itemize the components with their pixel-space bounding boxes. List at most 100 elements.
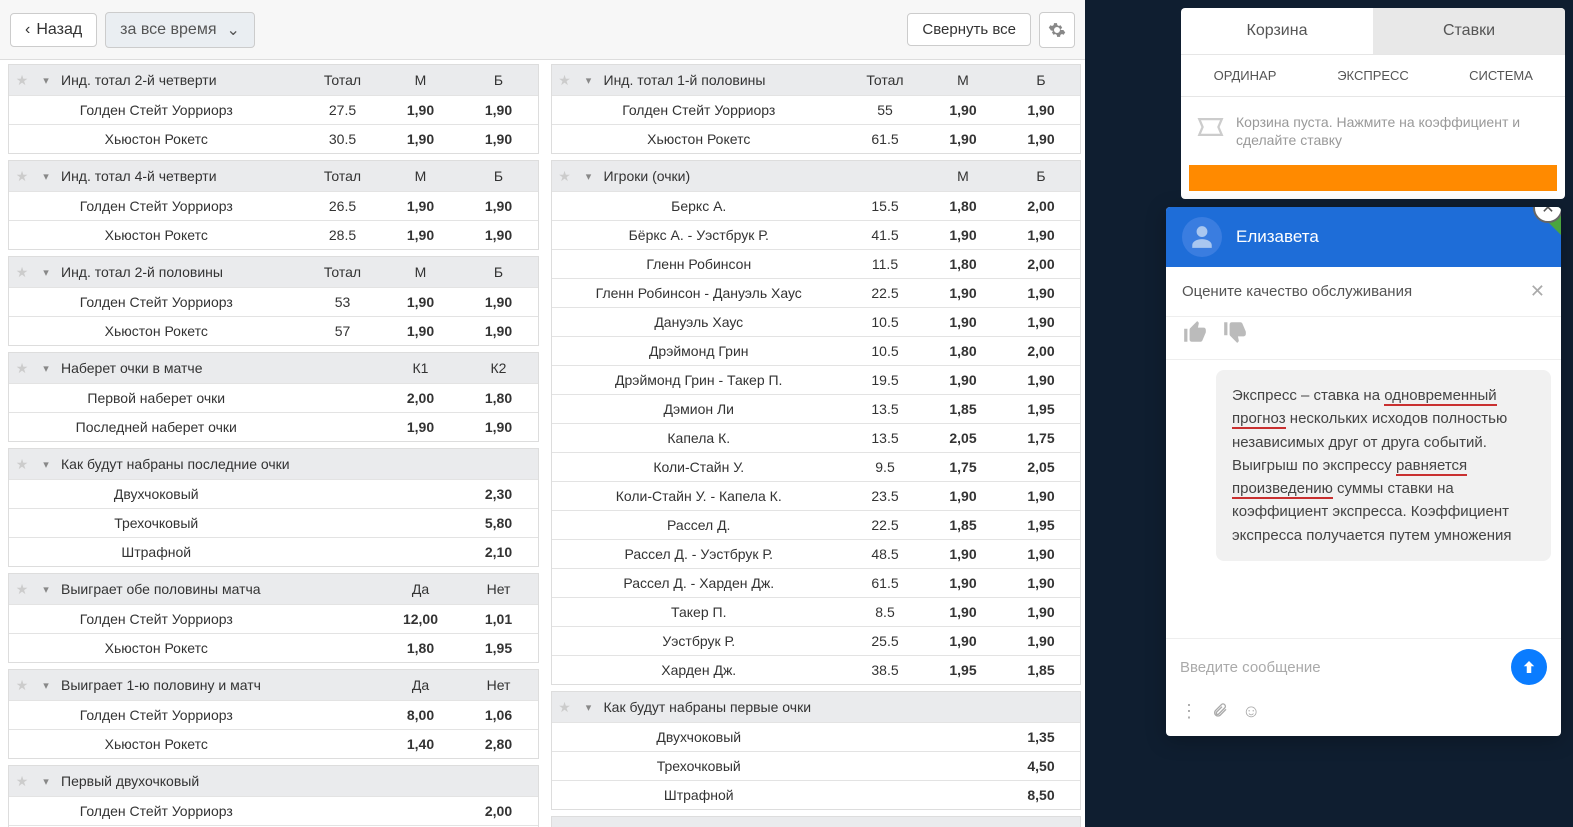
settings-button[interactable] xyxy=(1039,12,1075,48)
odd-a[interactable]: 1,90 xyxy=(382,221,460,249)
odd-b[interactable]: 1,90 xyxy=(460,221,538,249)
chat-input[interactable] xyxy=(1180,659,1501,676)
odd-b[interactable]: 2,00 xyxy=(1002,337,1080,365)
odd-b[interactable]: 1,90 xyxy=(460,192,538,220)
odd-b[interactable]: 1,35 xyxy=(1002,723,1080,751)
odd-a[interactable]: 1,90 xyxy=(382,413,460,441)
odd-b[interactable]: 1,90 xyxy=(1002,482,1080,510)
odd-a[interactable]: 1,90 xyxy=(382,317,460,345)
star-icon[interactable]: ★ xyxy=(552,699,578,716)
odd-b[interactable]: 1,90 xyxy=(1002,221,1080,249)
odd-b[interactable]: 1,90 xyxy=(460,288,538,316)
odd-a[interactable]: 1,90 xyxy=(924,598,1002,626)
market-header[interactable]: ★▾Первый двухочковый xyxy=(9,766,538,796)
period-dropdown[interactable]: за все время ⌄ xyxy=(105,12,255,48)
odd-b[interactable]: 1,90 xyxy=(460,413,538,441)
market-header[interactable]: ★▾Выиграет 1-ю половину и матчДаНет xyxy=(9,670,538,700)
market-header[interactable]: ★▾Игроки (очки)МБ xyxy=(552,161,1081,191)
odd-b[interactable]: 1,75 xyxy=(1002,424,1080,452)
odd-a[interactable]: 1,90 xyxy=(924,125,1002,153)
odd-a[interactable]: 1,90 xyxy=(924,96,1002,124)
odd-a[interactable]: 2,00 xyxy=(382,384,460,412)
odd-b[interactable]: 2,30 xyxy=(460,480,538,508)
odd-b[interactable]: 2,10 xyxy=(460,538,538,566)
odd-b[interactable]: 1,90 xyxy=(1002,627,1080,655)
odd-b[interactable]: 1,85 xyxy=(1002,656,1080,684)
odd-b[interactable]: 1,90 xyxy=(1002,125,1080,153)
subtab-system[interactable]: СИСТЕМА xyxy=(1437,55,1565,96)
odd-a[interactable]: 1,90 xyxy=(382,125,460,153)
odd-a[interactable]: 1,90 xyxy=(924,279,1002,307)
odd-a[interactable] xyxy=(382,480,460,508)
odd-a[interactable] xyxy=(382,797,460,825)
odd-b[interactable]: 1,80 xyxy=(460,384,538,412)
odd-b[interactable]: 1,90 xyxy=(460,317,538,345)
odd-a[interactable]: 1,95 xyxy=(924,656,1002,684)
market-header[interactable]: ★▾Выиграет обе половины матчаДаНет xyxy=(9,574,538,604)
odd-a[interactable]: 1,85 xyxy=(924,511,1002,539)
odd-b[interactable]: 1,95 xyxy=(460,634,538,662)
star-icon[interactable]: ★ xyxy=(9,360,35,377)
odd-a[interactable]: 1,90 xyxy=(924,540,1002,568)
odd-b[interactable]: 2,05 xyxy=(1002,453,1080,481)
odd-a[interactable] xyxy=(382,538,460,566)
star-icon[interactable]: ★ xyxy=(9,168,35,185)
odd-b[interactable]: 1,90 xyxy=(1002,96,1080,124)
attach-button[interactable] xyxy=(1212,701,1228,724)
odd-b[interactable]: 1,90 xyxy=(1002,366,1080,394)
odd-a[interactable]: 1,90 xyxy=(924,627,1002,655)
odd-b[interactable]: 1,90 xyxy=(1002,569,1080,597)
send-button[interactable] xyxy=(1511,649,1547,685)
odd-b[interactable]: 4,50 xyxy=(1002,752,1080,780)
star-icon[interactable]: ★ xyxy=(9,264,35,281)
tab-basket[interactable]: Корзина xyxy=(1181,8,1373,54)
odd-a[interactable]: 8,00 xyxy=(382,701,460,729)
odd-a[interactable]: 1,90 xyxy=(924,221,1002,249)
odd-b[interactable]: 1,90 xyxy=(460,96,538,124)
odd-a[interactable]: 1,40 xyxy=(382,730,460,758)
odd-a[interactable]: 1,85 xyxy=(924,395,1002,423)
odd-a[interactable]: 1,80 xyxy=(382,634,460,662)
odd-b[interactable]: 2,00 xyxy=(1002,192,1080,220)
odd-b[interactable]: 1,06 xyxy=(460,701,538,729)
star-icon[interactable]: ★ xyxy=(9,773,35,790)
odd-b[interactable]: 1,90 xyxy=(1002,598,1080,626)
odd-b[interactable]: 1,90 xyxy=(460,125,538,153)
thumbs-up-button[interactable] xyxy=(1182,319,1208,345)
thumbs-down-button[interactable] xyxy=(1222,319,1248,345)
collapse-all-button[interactable]: Свернуть все xyxy=(907,13,1031,46)
odd-a[interactable]: 1,90 xyxy=(924,569,1002,597)
odd-b[interactable]: 5,80 xyxy=(460,509,538,537)
odd-b[interactable]: 1,90 xyxy=(1002,279,1080,307)
market-header[interactable]: ★▾Инд. тотал 4-й четвертиТоталМБ xyxy=(9,161,538,191)
odd-a[interactable] xyxy=(382,509,460,537)
odd-b[interactable]: 1,90 xyxy=(1002,540,1080,568)
star-icon[interactable]: ★ xyxy=(9,581,35,598)
market-header[interactable]: ★▾Выиграет все четверти матчаДаНет xyxy=(552,817,1081,827)
odd-b[interactable]: 1,95 xyxy=(1002,511,1080,539)
market-header[interactable]: ★▾Наберет очки в матчеК1К2 xyxy=(9,353,538,383)
odd-a[interactable] xyxy=(924,781,1002,809)
odd-a[interactable] xyxy=(924,723,1002,751)
odd-a[interactable]: 1,90 xyxy=(382,96,460,124)
odd-a[interactable]: 1,90 xyxy=(382,192,460,220)
market-header[interactable]: ★▾Как будут набраны первые очки xyxy=(552,692,1081,722)
market-header[interactable]: ★▾Инд. тотал 2-й половиныТоталМБ xyxy=(9,257,538,287)
odd-b[interactable]: 1,01 xyxy=(460,605,538,633)
market-header[interactable]: ★▾Инд. тотал 1-й половиныТоталМБ xyxy=(552,65,1081,95)
odd-b[interactable]: 1,90 xyxy=(1002,308,1080,336)
market-header[interactable]: ★▾Инд. тотал 2-й четвертиТоталМБ xyxy=(9,65,538,95)
star-icon[interactable]: ★ xyxy=(9,456,35,473)
odd-a[interactable]: 1,90 xyxy=(382,288,460,316)
odd-a[interactable]: 1,80 xyxy=(924,192,1002,220)
odd-a[interactable]: 2,05 xyxy=(924,424,1002,452)
odd-a[interactable]: 1,90 xyxy=(924,308,1002,336)
odd-a[interactable] xyxy=(924,752,1002,780)
odd-b[interactable]: 1,95 xyxy=(1002,395,1080,423)
odd-b[interactable]: 2,00 xyxy=(460,797,538,825)
odd-a[interactable]: 12,00 xyxy=(382,605,460,633)
odd-b[interactable]: 2,80 xyxy=(460,730,538,758)
star-icon[interactable]: ★ xyxy=(9,72,35,89)
odd-a[interactable]: 1,80 xyxy=(924,250,1002,278)
more-button[interactable]: ⋮ xyxy=(1180,701,1198,724)
